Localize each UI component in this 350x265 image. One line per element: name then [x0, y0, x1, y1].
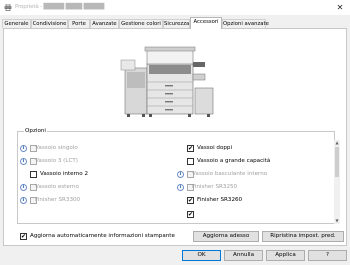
- tab-bar: Generale Condivisione Porte Avanzate Ges…: [0, 17, 350, 29]
- printer-icon: [4, 4, 12, 11]
- options-scrollbar[interactable]: ▲ ▼: [334, 140, 340, 224]
- info-icon[interactable]: i: [177, 184, 184, 191]
- tab-porte[interactable]: Porte: [68, 19, 90, 28]
- info-icon[interactable]: i: [20, 158, 27, 165]
- info-icon[interactable]: i: [20, 184, 27, 191]
- window-title: Proprietà - █████ ████ █████: [15, 4, 105, 10]
- option-label: Finisher SR3260: [197, 197, 243, 203]
- scroll-up-icon[interactable]: ▲: [334, 140, 340, 146]
- option-label: Vassoio 3 (LCT): [35, 158, 78, 164]
- option-label: Vassoio interno 2: [40, 171, 89, 177]
- checkbox-finisher-sr3260[interactable]: ✔: [187, 197, 194, 204]
- options-group-label: Opzioni: [24, 128, 47, 135]
- update-now-button[interactable]: Aggiorna adesso: [193, 231, 259, 242]
- scroll-down-icon[interactable]: ▼: [334, 218, 340, 224]
- option-label: Vassoio basculante interno: [192, 171, 268, 177]
- tab-generale[interactable]: Generale: [2, 19, 31, 28]
- close-icon: ✕: [336, 3, 344, 12]
- cancel-button[interactable]: Annulla: [224, 250, 263, 261]
- apply-button[interactable]: Applica: [266, 250, 305, 261]
- options-list: i Vassoio singolo ✔ Vassoi doppi i Vasso…: [20, 140, 332, 224]
- option-label: Vassoio a grande capacità: [197, 158, 271, 164]
- options-group: Opzioni i Vassoio singolo ✔ Vassoi doppi…: [17, 128, 340, 224]
- tab-opzioni-avanzate[interactable]: Opzioni avanzate: [222, 19, 269, 28]
- option-label: Vassoi doppi: [197, 145, 233, 151]
- info-icon[interactable]: i: [20, 197, 27, 204]
- printer-illustration: [120, 46, 214, 117]
- checkbox-vassoio-grande-capacita[interactable]: [187, 158, 194, 165]
- info-icon[interactable]: i: [177, 171, 184, 178]
- ok-button[interactable]: OK: [182, 250, 221, 261]
- option-label: Finisher SR3250: [192, 184, 238, 190]
- auto-update-checkbox[interactable]: ✔: [20, 233, 27, 240]
- tab-accessori[interactable]: Accessori: [190, 17, 222, 29]
- dialog-footer: OK Annulla Applica ?: [0, 248, 350, 265]
- restore-defaults-button[interactable]: Ripristina impost. pred.: [262, 231, 344, 242]
- tab-sicurezza[interactable]: Sicurezza: [163, 19, 190, 28]
- close-button[interactable]: ✕: [334, 2, 346, 13]
- accessories-panel: Opzioni i Vassoio singolo ✔ Vassoi doppi…: [3, 28, 347, 246]
- tab-gestione-colori[interactable]: Gestione colori: [119, 19, 163, 28]
- help-button[interactable]: ?: [308, 250, 347, 261]
- checkbox-vassoio-interno-2[interactable]: [30, 171, 37, 178]
- checkbox-vassoi-doppi[interactable]: ✔: [187, 145, 194, 152]
- option-label: Vassoio singolo: [35, 145, 78, 151]
- info-icon[interactable]: i: [20, 145, 27, 152]
- scroll-thumb[interactable]: [335, 147, 339, 177]
- title-bar: Proprietà - █████ ████ █████ ✕: [0, 0, 350, 15]
- tab-avanzate[interactable]: Avanzate: [90, 19, 119, 28]
- option-label: Finisher SR3300: [35, 197, 81, 203]
- option-label: Vassoio esterno: [35, 184, 79, 190]
- tab-condivisione[interactable]: Condivisione: [31, 19, 68, 28]
- auto-update-label: Aggiorna automaticamente informazioni st…: [30, 233, 175, 239]
- checkbox-partial[interactable]: ✔: [187, 211, 194, 218]
